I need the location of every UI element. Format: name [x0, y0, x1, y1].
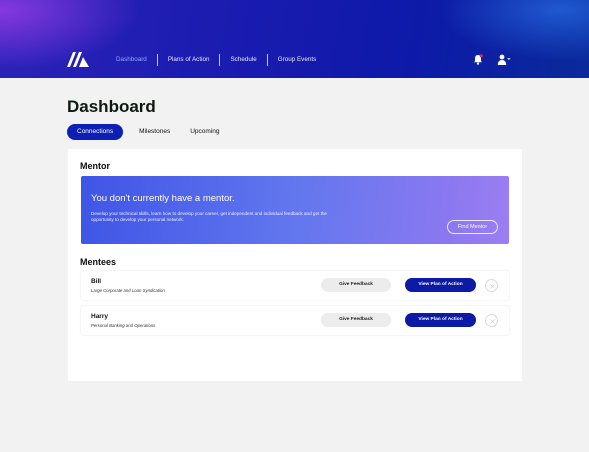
- main-nav: Dashboard Plans of Action Schedule Group…: [106, 52, 326, 67]
- mentee-row: Bill Large Corporate and Loan Syndicatio…: [81, 271, 509, 300]
- close-icon: [489, 283, 495, 289]
- mentor-section-title: Mentor: [80, 161, 110, 171]
- mentee-name: Bill: [91, 278, 102, 285]
- give-feedback-button[interactable]: Give Feedback: [321, 313, 391, 327]
- top-header: Dashboard Plans of Action Schedule Group…: [0, 0, 589, 78]
- nav-item-dashboard[interactable]: Dashboard: [106, 52, 157, 67]
- tab-milestones[interactable]: Milestones: [129, 124, 180, 140]
- logo-icon[interactable]: [67, 52, 89, 67]
- mentee-row: Harry Personal Banking and Operations Gi…: [81, 306, 509, 335]
- remove-mentee-button[interactable]: [485, 314, 498, 327]
- mentor-banner-text: Develop your technical skills, learn how…: [91, 211, 327, 222]
- view-plan-of-action-button[interactable]: View Plan of Action: [405, 313, 476, 327]
- mentor-banner: You don't currently have a mentor. Devel…: [81, 176, 509, 244]
- tab-bar: Connections Milestones Upcoming: [67, 124, 229, 140]
- chevron-down-icon: [507, 58, 511, 60]
- mentee-subtitle: Personal Banking and Operations: [91, 323, 156, 328]
- mentor-banner-title: You don't currently have a mentor.: [91, 193, 235, 204]
- close-icon: [489, 318, 495, 324]
- tab-connections[interactable]: Connections: [67, 124, 124, 140]
- mentees-section-title: Mentees: [80, 257, 117, 267]
- tab-upcoming[interactable]: Upcoming: [180, 124, 229, 140]
- view-plan-of-action-button[interactable]: View Plan of Action: [405, 278, 476, 292]
- find-mentor-button[interactable]: Find Mentor: [447, 220, 498, 234]
- remove-mentee-button[interactable]: [485, 279, 498, 292]
- user-icon[interactable]: [497, 54, 511, 65]
- mentee-name: Harry: [91, 313, 108, 320]
- notification-dot: [479, 54, 483, 58]
- give-feedback-button[interactable]: Give Feedback: [321, 278, 391, 292]
- nav-item-schedule[interactable]: Schedule: [220, 52, 266, 67]
- page-title: Dashboard: [67, 97, 156, 116]
- mentee-subtitle: Large Corporate and Loan Syndication: [91, 288, 165, 293]
- nav-item-group-events[interactable]: Group Events: [268, 52, 327, 67]
- nav-item-plans-of-action[interactable]: Plans of Action: [158, 52, 220, 67]
- bell-icon[interactable]: [473, 54, 483, 65]
